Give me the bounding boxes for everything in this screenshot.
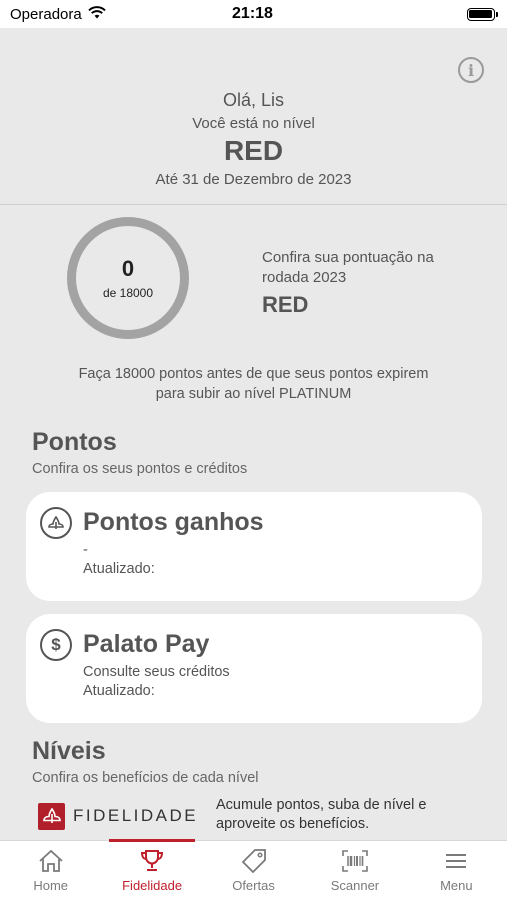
status-bar: Operadora 21:18 xyxy=(0,0,507,28)
dollar-icon: $ xyxy=(40,629,72,661)
info-icon[interactable]: i xyxy=(458,57,484,83)
carrier-label: Operadora xyxy=(10,5,82,23)
fidelidade-wordmark: FIDELIDADE xyxy=(73,806,199,825)
fidelidade-logo[interactable]: FIDELIDADE xyxy=(38,801,198,831)
score-level: RED xyxy=(262,292,309,317)
tab-scanner[interactable]: Scanner xyxy=(304,841,405,900)
points-earned-value: - xyxy=(83,542,88,558)
header-divider xyxy=(0,204,507,205)
palato-pay-credits: Consulte seus créditos xyxy=(83,664,230,680)
menu-icon xyxy=(442,847,470,875)
tab-menu-label: Menu xyxy=(440,878,473,893)
wifi-icon xyxy=(88,5,106,23)
score-info-text: Confira sua pontuação na rodada 2023 xyxy=(262,249,434,286)
points-section-subtitle: Confira os seus pontos e créditos xyxy=(32,461,248,477)
tag-icon xyxy=(240,847,268,875)
palato-pay-title: Palato Pay xyxy=(83,630,210,658)
points-earned-updated: Atualizado: xyxy=(83,561,155,577)
battery-icon xyxy=(466,7,498,21)
fidelidade-description: Acumule pontos, suba de nível e aproveit… xyxy=(216,797,427,832)
tab-home[interactable]: Home xyxy=(0,841,101,900)
level-header: Olá, Lis Você está no nível RED Até 31 d… xyxy=(0,90,507,188)
points-earned-title: Pontos ganhos xyxy=(83,508,264,536)
trophy-icon xyxy=(138,847,166,875)
level-intro-text: Você está no nível xyxy=(192,115,315,132)
levels-section-subtitle: Confira os benefícios de cada nível xyxy=(32,770,259,786)
level-valid-until: Até 31 de Dezembro de 2023 xyxy=(155,171,352,188)
score-info: Confira sua pontuação na rodada 2023 RED xyxy=(262,248,472,318)
current-level: RED xyxy=(223,135,284,166)
barcode-icon xyxy=(341,847,369,875)
points-value: 0 xyxy=(121,256,135,281)
palato-pay-updated: Atualizado: xyxy=(83,683,155,699)
tab-home-label: Home xyxy=(33,878,69,893)
tab-fidelidade[interactable]: Fidelidade xyxy=(101,839,202,900)
points-target: de 18000 xyxy=(102,286,154,300)
greeting-text: Olá, Lis xyxy=(222,90,285,110)
points-progress-ring: 0 de 18000 xyxy=(67,217,189,339)
clock: 21:18 xyxy=(232,5,273,22)
tab-menu[interactable]: Menu xyxy=(406,841,507,900)
levels-section-title: Níveis xyxy=(32,737,106,765)
level-up-message: Faça 18000 pontos antes de que seus pont… xyxy=(0,364,507,404)
tab-scanner-label: Scanner xyxy=(330,878,380,893)
points-section-title: Pontos xyxy=(32,428,117,456)
points-earned-card[interactable]: Pontos ganhos - Atualizado: xyxy=(26,492,482,601)
tab-ofertas[interactable]: Ofertas xyxy=(203,841,304,900)
palato-pay-card[interactable]: $ Palato Pay Consulte seus créditos Atua… xyxy=(26,614,482,723)
home-icon xyxy=(37,847,65,875)
level-up-line-1: Faça 18000 pontos antes de que seus pont… xyxy=(78,366,429,382)
tab-bar: Home Fidelidade Ofertas Scanner Menu xyxy=(0,839,507,900)
tab-fidelidade-label: Fidelidade xyxy=(122,878,183,893)
level-up-line-2: para subir ao nível PLATINUM xyxy=(155,386,352,402)
points-emblem-icon xyxy=(40,507,72,539)
fidelidade-emblem-icon xyxy=(38,802,65,830)
tab-ofertas-label: Ofertas xyxy=(232,878,275,893)
